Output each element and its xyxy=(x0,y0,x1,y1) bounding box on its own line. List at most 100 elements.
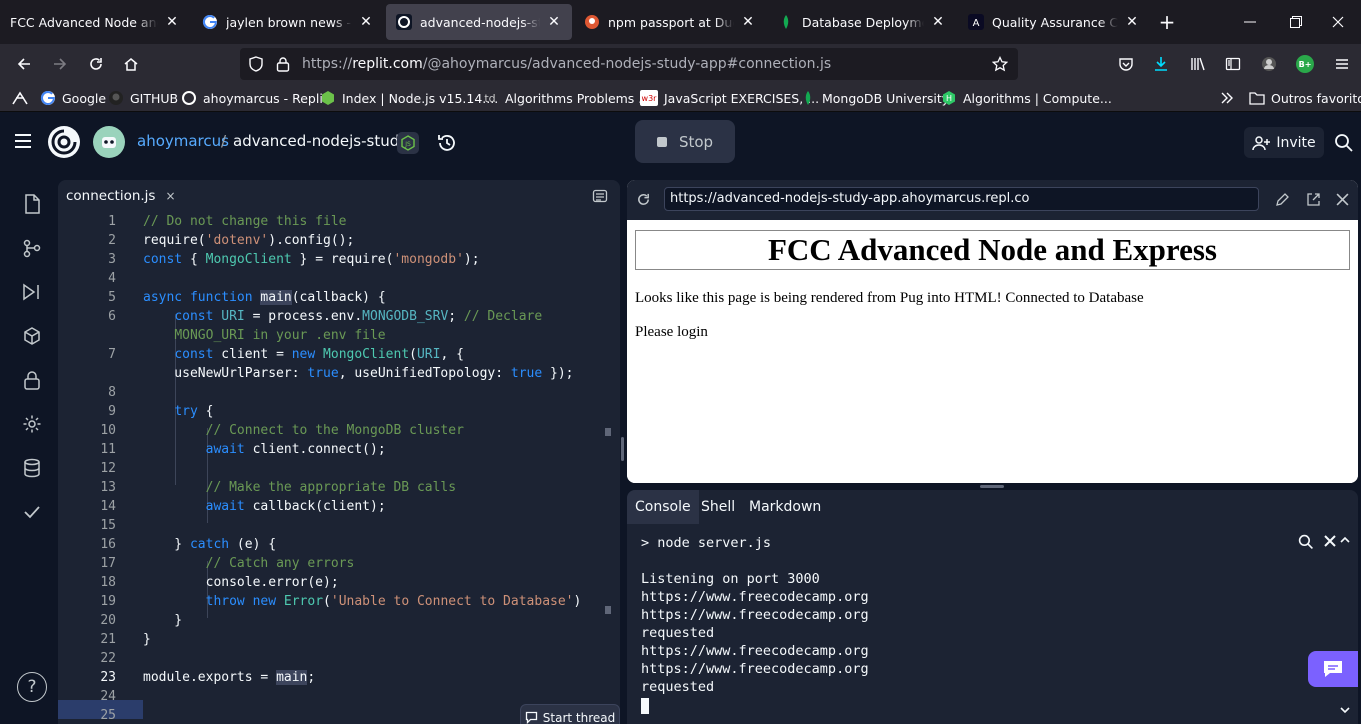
browser-tab-fcc[interactable]: FCC Advanced Node and Exp ✕ xyxy=(0,0,190,44)
shield-icon[interactable] xyxy=(248,56,264,72)
pane-resize-handle[interactable] xyxy=(621,437,624,461)
editor-options-icon[interactable] xyxy=(592,188,608,204)
database-icon[interactable] xyxy=(17,453,47,483)
app-menu-button[interactable] xyxy=(1326,48,1358,80)
invite-button[interactable]: Invite xyxy=(1244,127,1324,158)
code-line: // Make the appropriate DB calls xyxy=(205,480,457,495)
more-bookmarks-icon[interactable] xyxy=(1220,84,1234,112)
browser-tab-duckduckgo[interactable]: npm passport at DuckDuc ✕ xyxy=(574,0,766,44)
library-button[interactable] xyxy=(1182,48,1214,80)
console-cursor xyxy=(641,698,649,714)
console-clear-icon[interactable] xyxy=(1324,535,1336,547)
other-bookmarks-folder[interactable]: Outros favoritos xyxy=(1249,84,1361,112)
settings-gear-icon[interactable] xyxy=(17,409,47,439)
tab-close-icon[interactable]: ✕ xyxy=(740,14,756,30)
secrets-lock-icon[interactable] xyxy=(17,365,47,395)
reload-button[interactable] xyxy=(80,48,112,80)
profile-badge-button[interactable]: B+ xyxy=(1289,48,1321,80)
url-bar[interactable]: https://replit.com/@ahoymarcus/advanced-… xyxy=(240,48,1018,80)
bookmark-replit[interactable]: ahoymarcus - Replit xyxy=(181,84,328,112)
extension-button[interactable] xyxy=(1253,48,1285,80)
lock-icon[interactable] xyxy=(276,56,290,72)
close-icon xyxy=(1332,16,1344,28)
browser-tab-google[interactable]: jaylen brown news - Pesqu ✕ xyxy=(192,0,384,44)
bookmark-mongodb[interactable]: MongoDB University xyxy=(800,84,949,112)
bookmark-github[interactable]: GITHUB xyxy=(108,84,178,112)
pocket-button[interactable] xyxy=(1110,48,1142,80)
download-icon xyxy=(1155,57,1167,71)
bookmark-w3r[interactable]: w3r JavaScript EXERCISES, ... xyxy=(640,84,819,112)
bookmark-google[interactable]: Google xyxy=(40,84,106,112)
bookmark-hackerrank[interactable]: H Algorithms | Compute... xyxy=(941,84,1112,112)
tab-close-icon[interactable]: ✕ xyxy=(1124,14,1140,30)
tab-close-icon[interactable]: ✕ xyxy=(546,14,562,30)
unit-tests-check-icon[interactable] xyxy=(17,497,47,527)
folder-icon xyxy=(1249,90,1265,106)
bookmark-label: ahoymarcus - Replit xyxy=(203,90,328,106)
scroll-down-chevron-icon[interactable] xyxy=(1340,705,1350,715)
pocket-icon xyxy=(1119,58,1133,71)
editor-tab-connection-js[interactable]: connection.js × xyxy=(58,180,184,212)
packages-icon[interactable] xyxy=(17,321,47,351)
back-button[interactable] xyxy=(8,48,40,80)
bookmark-star-icon[interactable] xyxy=(992,56,1008,72)
tab-markdown[interactable]: Markdown xyxy=(741,490,829,524)
reload-icon xyxy=(90,58,102,70)
arrow-left-icon xyxy=(17,58,30,70)
browser-tab-fcc-certification[interactable]: A Quality Assurance Certific ✕ xyxy=(958,0,1150,44)
version-control-icon[interactable] xyxy=(17,233,47,263)
home-button[interactable] xyxy=(115,48,147,80)
hamburger-menu-icon[interactable] xyxy=(12,130,34,152)
line-number: 13 xyxy=(100,480,116,495)
stop-button[interactable]: Stop xyxy=(635,120,735,163)
code-line: const client = new MongoClient(URI, { xyxy=(174,347,464,362)
tab-console[interactable]: Console xyxy=(627,490,699,524)
forward-button[interactable] xyxy=(44,48,76,80)
bookmarks-manager-icon[interactable] xyxy=(11,84,29,112)
minimize-window-button[interactable] xyxy=(1227,0,1273,44)
edit-pencil-icon[interactable] xyxy=(1275,192,1290,207)
history-icon[interactable] xyxy=(436,132,458,154)
tab-shell[interactable]: Shell xyxy=(693,490,743,524)
start-thread-button[interactable]: Start thread xyxy=(520,704,620,724)
scroll-up-chevron-icon[interactable] xyxy=(1340,535,1350,545)
page-paragraph: Please login xyxy=(635,324,708,340)
tab-close-icon[interactable]: ✕ xyxy=(164,14,180,30)
bookmark-label: Outros favoritos xyxy=(1271,90,1361,106)
tab-close-icon[interactable]: ✕ xyxy=(930,14,946,30)
code-area[interactable]: 1 2 3 4 5 6 7 8 9 10 11 12 13 14 15 16 17 18 19 20 21 22 23 24 2… xyxy=(58,212,620,724)
code-line: await callback(client); xyxy=(205,499,386,514)
tab-close-icon[interactable]: ✕ xyxy=(358,14,374,30)
help-icon[interactable]: ? xyxy=(17,672,47,702)
browser-tab-replit[interactable]: advanced-nodejs-study-a ✕ xyxy=(386,4,572,40)
debugger-icon[interactable] xyxy=(17,277,47,307)
search-icon[interactable] xyxy=(1334,133,1354,153)
console-line: requested xyxy=(641,679,715,695)
editor-tab-close-icon[interactable]: × xyxy=(165,189,175,203)
user-avatar[interactable] xyxy=(93,126,125,158)
nodejs-language-icon[interactable]: JS xyxy=(397,132,419,154)
new-tab-button[interactable]: + xyxy=(1150,0,1184,44)
sidebar-toggle-button[interactable] xyxy=(1217,48,1249,80)
files-icon[interactable] xyxy=(17,189,47,219)
close-webview-icon[interactable] xyxy=(1336,193,1349,206)
console-output[interactable]: > node server.js Listening on port 3000 ht… xyxy=(641,534,869,714)
repl-owner-link[interactable]: ahoymarcus xyxy=(137,132,229,150)
close-window-button[interactable] xyxy=(1315,0,1361,44)
repl-name[interactable]: advanced-nodejs-stud... xyxy=(233,132,414,150)
restore-window-button[interactable] xyxy=(1273,0,1319,44)
bookmark-nodejs[interactable]: Index | Node.js v15.14.... xyxy=(320,84,498,112)
pane-resize-handle[interactable] xyxy=(980,485,1004,488)
webview-reload-icon[interactable] xyxy=(636,192,651,207)
bookmark-td[interactable]: td Algorithms Problems ... xyxy=(481,84,650,112)
open-new-tab-icon[interactable] xyxy=(1306,192,1321,207)
replit-logo-icon[interactable] xyxy=(47,125,81,159)
downloads-button[interactable] xyxy=(1145,48,1177,80)
webview-url-input[interactable]: https://advanced-nodejs-study-app.ahoyma… xyxy=(664,187,1259,211)
code-line: } xyxy=(143,613,183,628)
path-separator: / xyxy=(221,132,227,150)
chat-button[interactable] xyxy=(1308,651,1358,687)
console-search-icon[interactable] xyxy=(1298,534,1314,550)
browser-tab-mongodb[interactable]: Database Deployments | A ✕ xyxy=(768,0,956,44)
